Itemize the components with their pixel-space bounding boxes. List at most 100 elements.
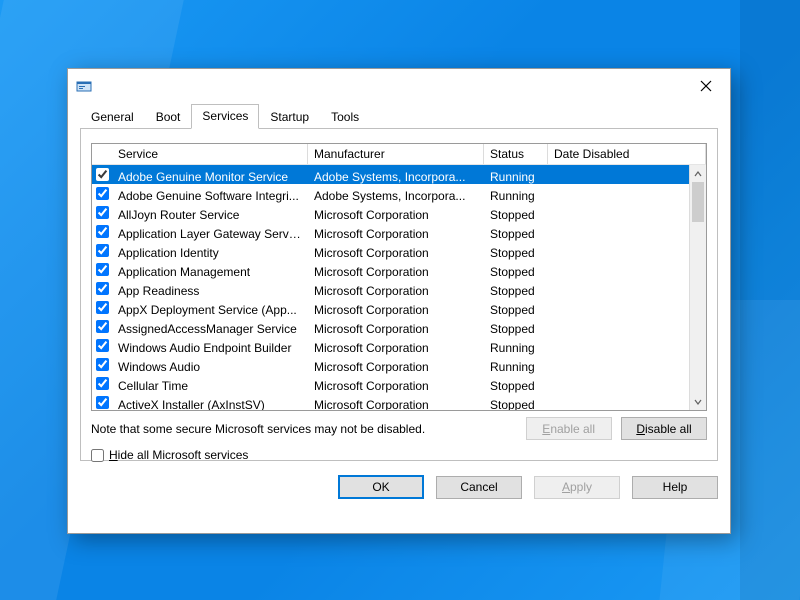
- cell-date-disabled: [548, 184, 706, 203]
- row-checkbox[interactable]: [96, 206, 109, 219]
- listview-rows: Adobe Genuine Monitor ServiceAdobe Syste…: [92, 165, 706, 410]
- tab-tools[interactable]: Tools: [320, 105, 370, 129]
- cell-service: AssignedAccessManager Service: [112, 317, 308, 336]
- tab-services[interactable]: Services: [191, 104, 259, 129]
- table-row[interactable]: AllJoyn Router ServiceMicrosoft Corporat…: [92, 203, 706, 222]
- scroll-track[interactable]: [690, 182, 706, 393]
- row-checkbox[interactable]: [96, 187, 109, 200]
- column-status[interactable]: Status: [484, 144, 548, 164]
- column-service[interactable]: Service: [112, 144, 308, 164]
- row-checkbox[interactable]: [96, 396, 109, 409]
- cell-date-disabled: [548, 374, 706, 393]
- row-checkbox[interactable]: [96, 168, 109, 181]
- cell-date-disabled: [548, 260, 706, 279]
- help-button[interactable]: Help: [632, 476, 718, 499]
- cell-service: ActiveX Installer (AxInstSV): [112, 393, 308, 410]
- enable-all-button[interactable]: Enable all: [526, 417, 612, 440]
- cell-manufacturer: Adobe Systems, Incorpora...: [308, 165, 484, 184]
- scroll-thumb[interactable]: [692, 182, 704, 222]
- table-row[interactable]: Application ManagementMicrosoft Corporat…: [92, 260, 706, 279]
- cell-service: Windows Audio: [112, 355, 308, 374]
- cell-manufacturer: Microsoft Corporation: [308, 203, 484, 222]
- titlebar: [68, 69, 730, 103]
- close-button[interactable]: [684, 71, 728, 101]
- cell-status: Stopped: [484, 298, 548, 317]
- row-checkbox[interactable]: [96, 358, 109, 371]
- cell-service: Windows Audio Endpoint Builder: [112, 336, 308, 355]
- cell-manufacturer: Adobe Systems, Incorpora...: [308, 184, 484, 203]
- table-row[interactable]: Adobe Genuine Monitor ServiceAdobe Syste…: [92, 165, 706, 184]
- cell-manufacturer: Microsoft Corporation: [308, 317, 484, 336]
- hide-ms-services-label[interactable]: Hide all Microsoft services: [109, 448, 248, 462]
- table-row[interactable]: Cellular TimeMicrosoft CorporationStoppe…: [92, 374, 706, 393]
- cell-date-disabled: [548, 336, 706, 355]
- tab-general[interactable]: General: [80, 105, 145, 129]
- table-row[interactable]: App ReadinessMicrosoft CorporationStoppe…: [92, 279, 706, 298]
- table-row[interactable]: Application IdentityMicrosoft Corporatio…: [92, 241, 706, 260]
- row-checkbox[interactable]: [96, 320, 109, 333]
- tab-boot[interactable]: Boot: [145, 105, 192, 129]
- row-checkbox[interactable]: [96, 339, 109, 352]
- cell-service: Adobe Genuine Software Integri...: [112, 184, 308, 203]
- cell-manufacturer: Microsoft Corporation: [308, 241, 484, 260]
- table-row[interactable]: Windows Audio Endpoint BuilderMicrosoft …: [92, 336, 706, 355]
- hide-ms-services-checkbox[interactable]: [91, 449, 104, 462]
- cell-service: AllJoyn Router Service: [112, 203, 308, 222]
- row-checkbox[interactable]: [96, 377, 109, 390]
- note-text: Note that some secure Microsoft services…: [91, 422, 425, 436]
- cell-status: Stopped: [484, 241, 548, 260]
- table-row[interactable]: Adobe Genuine Software Integri...Adobe S…: [92, 184, 706, 203]
- cell-status: Stopped: [484, 374, 548, 393]
- row-checkbox[interactable]: [96, 244, 109, 257]
- cell-date-disabled: [548, 165, 706, 184]
- column-date-disabled[interactable]: Date Disabled: [548, 144, 706, 164]
- cell-status: Running: [484, 355, 548, 374]
- cell-manufacturer: Microsoft Corporation: [308, 355, 484, 374]
- cell-date-disabled: [548, 317, 706, 336]
- table-row[interactable]: ActiveX Installer (AxInstSV)Microsoft Co…: [92, 393, 706, 410]
- cell-manufacturer: Microsoft Corporation: [308, 336, 484, 355]
- cancel-button[interactable]: Cancel: [436, 476, 522, 499]
- scrollbar-vertical[interactable]: [689, 165, 706, 410]
- row-checkbox[interactable]: [96, 263, 109, 276]
- table-row[interactable]: AssignedAccessManager ServiceMicrosoft C…: [92, 317, 706, 336]
- table-row[interactable]: AppX Deployment Service (App...Microsoft…: [92, 298, 706, 317]
- cell-status: Stopped: [484, 393, 548, 410]
- cell-manufacturer: Microsoft Corporation: [308, 279, 484, 298]
- row-checkbox[interactable]: [96, 225, 109, 238]
- tab-page-services: Service Manufacturer Status Date Disable…: [80, 129, 718, 461]
- cell-service: Application Management: [112, 260, 308, 279]
- apply-button[interactable]: Apply: [534, 476, 620, 499]
- cell-date-disabled: [548, 222, 706, 241]
- cell-service: Application Identity: [112, 241, 308, 260]
- row-checkbox[interactable]: [96, 301, 109, 314]
- services-listview[interactable]: Service Manufacturer Status Date Disable…: [91, 143, 707, 411]
- cell-status: Running: [484, 184, 548, 203]
- column-manufacturer[interactable]: Manufacturer: [308, 144, 484, 164]
- cell-status: Stopped: [484, 260, 548, 279]
- cell-manufacturer: Microsoft Corporation: [308, 298, 484, 317]
- table-row[interactable]: Windows AudioMicrosoft CorporationRunnin…: [92, 355, 706, 374]
- scroll-up-button[interactable]: [690, 165, 707, 182]
- cell-date-disabled: [548, 355, 706, 374]
- ok-button[interactable]: OK: [338, 475, 424, 499]
- tab-startup[interactable]: Startup: [259, 105, 320, 129]
- cell-manufacturer: Microsoft Corporation: [308, 222, 484, 241]
- tab-strip: GeneralBootServicesStartupTools: [80, 103, 718, 129]
- table-row[interactable]: Application Layer Gateway ServiceMicroso…: [92, 222, 706, 241]
- cell-status: Running: [484, 336, 548, 355]
- cell-status: Running: [484, 165, 548, 184]
- disable-all-button[interactable]: Disable all: [621, 417, 707, 440]
- cell-date-disabled: [548, 203, 706, 222]
- scroll-down-button[interactable]: [690, 393, 707, 410]
- cell-date-disabled: [548, 393, 706, 410]
- cell-date-disabled: [548, 241, 706, 260]
- cell-service: Adobe Genuine Monitor Service: [112, 165, 308, 184]
- cell-manufacturer: Microsoft Corporation: [308, 374, 484, 393]
- cell-status: Stopped: [484, 203, 548, 222]
- cell-status: Stopped: [484, 279, 548, 298]
- column-checkbox[interactable]: [92, 144, 112, 164]
- cell-manufacturer: Microsoft Corporation: [308, 260, 484, 279]
- cell-manufacturer: Microsoft Corporation: [308, 393, 484, 410]
- row-checkbox[interactable]: [96, 282, 109, 295]
